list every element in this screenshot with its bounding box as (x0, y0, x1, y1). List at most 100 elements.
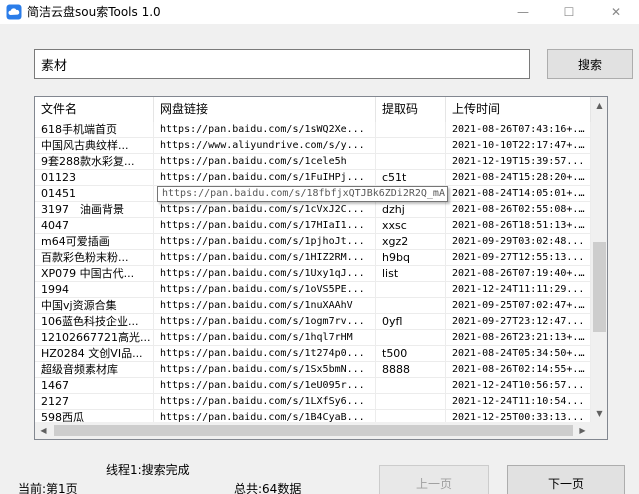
cell-filename[interactable]: 超级音频素材库 (35, 362, 154, 378)
cell-link[interactable]: https://pan.baidu.com/s/1pjhoJt... (154, 234, 376, 250)
cell-filename[interactable]: 中国vj资源合集 (35, 298, 154, 314)
cell-filename[interactable]: 2127 (35, 394, 154, 410)
cell-code[interactable] (376, 122, 446, 138)
cell-code[interactable] (376, 154, 446, 170)
table-row[interactable]: 01123 https://pan.baidu.com/s/1FuIHPj... c… (35, 170, 591, 186)
cell-code[interactable]: xxsc (376, 218, 446, 234)
cell-filename[interactable]: 01123 (35, 170, 154, 186)
scroll-right-icon[interactable]: ▶ (574, 422, 591, 439)
cell-filename[interactable]: 01451 (35, 186, 154, 202)
cell-link[interactable]: https://www.aliyundrive.com/s/y... (154, 138, 376, 154)
table-row[interactable]: 3197 油画背景 https://pan.baidu.com/s/1cVxJ2C… (35, 202, 591, 218)
table-row[interactable]: 中国vj资源合集 https://pan.baidu.com/s/1nuXAAhV… (35, 298, 591, 314)
cell-code[interactable] (376, 282, 446, 298)
cell-filename[interactable]: 12102667721高光... (35, 330, 154, 346)
cell-filename[interactable]: 百款彩色粉末粉... (35, 250, 154, 266)
cell-code[interactable]: 8888 (376, 362, 446, 378)
cell-filename[interactable]: 1994 (35, 282, 154, 298)
cell-time[interactable]: 2021-08-24T05:34:50+... (446, 346, 591, 362)
column-header-code[interactable]: 提取码 (376, 97, 446, 122)
cell-filename[interactable]: 3197 油画背景 (35, 202, 154, 218)
cell-filename[interactable]: 中国风古典纹样... (35, 138, 154, 154)
table-row[interactable]: 12102667721高光... https://pan.baidu.com/s/… (35, 330, 591, 346)
cell-time[interactable]: 2021-12-19T15:39:57... (446, 154, 591, 170)
cell-link[interactable]: https://pan.baidu.com/s/1cVxJ2C... (154, 202, 376, 218)
scroll-up-icon[interactable]: ▲ (591, 97, 607, 114)
cell-code[interactable] (376, 378, 446, 394)
scroll-left-icon[interactable]: ◀ (35, 422, 52, 439)
table-row[interactable]: m64可爱插画 https://pan.baidu.com/s/1pjhoJt..… (35, 234, 591, 250)
cell-code[interactable]: xgz2 (376, 234, 446, 250)
minimize-button[interactable]: — (500, 0, 546, 24)
cell-code[interactable]: c51t (376, 170, 446, 186)
cell-link[interactable]: https://pan.baidu.com/s/1cele5h (154, 154, 376, 170)
table-row[interactable]: HZ0284 文创VI品... https://pan.baidu.com/s/1… (35, 346, 591, 362)
column-header-filename[interactable]: 文件名 (35, 97, 154, 122)
table-row[interactable]: 1467 https://pan.baidu.com/s/1eU095r... 20… (35, 378, 591, 394)
cell-link[interactable]: https://pan.baidu.com/s/1eU095r... (154, 378, 376, 394)
cell-filename[interactable]: 1467 (35, 378, 154, 394)
horizontal-scroll-thumb[interactable] (54, 425, 573, 436)
cell-time[interactable]: 2021-08-26T07:43:16+... (446, 122, 591, 138)
cell-filename[interactable]: 106蓝色科技企业... (35, 314, 154, 330)
maximize-button[interactable]: ☐ (546, 0, 592, 24)
table-row[interactable]: 1994 https://pan.baidu.com/s/1oVS5PE... 20… (35, 282, 591, 298)
search-input[interactable] (34, 49, 530, 79)
cell-link[interactable]: https://pan.baidu.com/s/1HIZ2RM... (154, 250, 376, 266)
cell-code[interactable] (376, 330, 446, 346)
cell-link[interactable]: https://pan.baidu.com/s/1FuIHPj... (154, 170, 376, 186)
cell-code[interactable]: t500 (376, 346, 446, 362)
cell-filename[interactable]: HZ0284 文创VI品... (35, 346, 154, 362)
cell-link[interactable]: https://pan.baidu.com/s/1nuXAAhV (154, 298, 376, 314)
cell-filename[interactable]: 4047 (35, 218, 154, 234)
cell-time[interactable]: 2021-08-24T14:05:01+... (446, 186, 591, 202)
cell-time[interactable]: 2021-08-26T02:55:08+... (446, 202, 591, 218)
cell-time[interactable]: 2021-08-26T23:21:13+... (446, 330, 591, 346)
cell-code[interactable] (376, 138, 446, 154)
scroll-down-icon[interactable]: ▼ (591, 405, 607, 422)
cell-time[interactable]: 2021-10-10T22:17:47+... (446, 138, 591, 154)
cell-code[interactable]: dzhj (376, 202, 446, 218)
table-row[interactable]: 2127 https://pan.baidu.com/s/1LXfSy6... 20… (35, 394, 591, 410)
table-row[interactable]: 中国风古典纹样... https://www.aliyundrive.com/s/… (35, 138, 591, 154)
table-row[interactable]: 9套288款水彩复... https://pan.baidu.com/s/1cel… (35, 154, 591, 170)
cell-code[interactable]: 0yfl (376, 314, 446, 330)
cell-time[interactable]: 2021-08-26T07:19:40+... (446, 266, 591, 282)
column-header-time[interactable]: 上传时间 (446, 97, 591, 122)
table-row[interactable]: XP079 中国古代... https://pan.baidu.com/s/1Ux… (35, 266, 591, 282)
cell-code[interactable] (376, 298, 446, 314)
cell-link[interactable]: https://pan.baidu.com/s/1Sx5bmN... (154, 362, 376, 378)
cell-time[interactable]: 2021-12-24T11:11:29... (446, 282, 591, 298)
cell-filename[interactable]: 9套288款水彩复... (35, 154, 154, 170)
cell-filename[interactable]: XP079 中国古代... (35, 266, 154, 282)
table-row[interactable]: 4047 https://pan.baidu.com/s/17HIaI1... xx… (35, 218, 591, 234)
search-button[interactable]: 搜索 (547, 49, 633, 79)
next-page-button[interactable]: 下一页 (507, 465, 625, 494)
vertical-scroll-thumb[interactable] (593, 242, 606, 332)
vertical-scrollbar[interactable]: ▲ ▼ (591, 97, 607, 422)
column-header-link[interactable]: 网盘链接 (154, 97, 376, 122)
cell-time[interactable]: 2021-08-26T02:14:55+... (446, 362, 591, 378)
horizontal-scrollbar[interactable]: ◀ ▶ (35, 422, 591, 439)
cell-link[interactable]: https://pan.baidu.com/s/1sWQ2Xe... (154, 122, 376, 138)
cell-time[interactable]: 2021-12-24T10:56:57... (446, 378, 591, 394)
cell-code[interactable]: list (376, 266, 446, 282)
prev-page-button[interactable]: 上一页 (379, 465, 489, 494)
cell-filename[interactable]: 618手机端首页 (35, 122, 154, 138)
table-row[interactable]: 超级音频素材库 https://pan.baidu.com/s/1Sx5bmN..… (35, 362, 591, 378)
cell-time[interactable]: 2021-09-27T12:55:13... (446, 250, 591, 266)
close-button[interactable]: ✕ (593, 0, 639, 24)
cell-link[interactable]: https://pan.baidu.com/s/1oVS5PE... (154, 282, 376, 298)
table-row[interactable]: 百款彩色粉末粉... https://pan.baidu.com/s/1HIZ2R… (35, 250, 591, 266)
cell-time[interactable]: 2021-08-26T18:51:13+... (446, 218, 591, 234)
cell-link[interactable]: https://pan.baidu.com/s/1ogm7rv... (154, 314, 376, 330)
table-row[interactable]: 618手机端首页 https://pan.baidu.com/s/1sWQ2Xe.… (35, 122, 591, 138)
cell-link[interactable]: https://pan.baidu.com/s/1t274p0... (154, 346, 376, 362)
cell-code[interactable]: h9bq (376, 250, 446, 266)
cell-link[interactable]: https://pan.baidu.com/s/17HIaI1... (154, 218, 376, 234)
cell-link[interactable]: https://pan.baidu.com/s/1LXfSy6... (154, 394, 376, 410)
cell-time[interactable]: 2021-08-24T15:28:20+... (446, 170, 591, 186)
table-row[interactable]: 106蓝色科技企业... https://pan.baidu.com/s/1ogm… (35, 314, 591, 330)
cell-link[interactable]: https://pan.baidu.com/s/1Uxy1qJ... (154, 266, 376, 282)
cell-time[interactable]: 2021-09-25T07:02:47+... (446, 298, 591, 314)
